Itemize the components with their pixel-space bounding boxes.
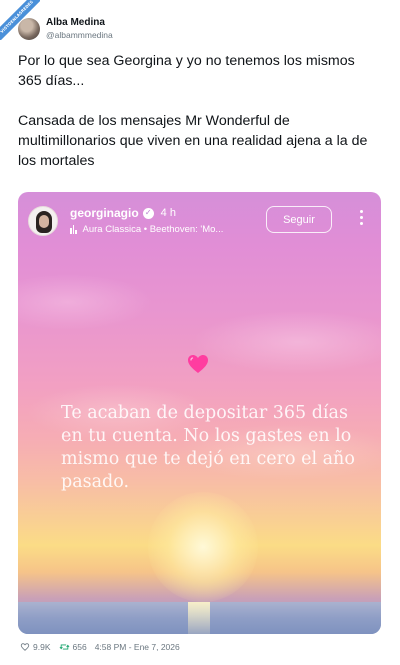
story-quote: Te acaban de depositar 365 días en tu cu…	[61, 403, 355, 492]
story-music-label: Aura Classica • Beethoven: 'Mo...	[82, 224, 224, 235]
like-count[interactable]: 9.9K	[20, 642, 51, 652]
avatar[interactable]	[18, 18, 40, 40]
sun-reflection	[188, 602, 210, 634]
story-header: georginagio ✓ 4 h Aura Classica • Beetho…	[28, 204, 371, 240]
tweet-text: Por lo que sea Georgina y yo no tenemos …	[18, 51, 380, 171]
tweet-header: Alba Medina @albammmedina	[18, 14, 113, 44]
author-display-name[interactable]: Alba Medina	[46, 17, 113, 29]
story-avatar[interactable]	[28, 206, 58, 236]
heart-emoji	[188, 355, 208, 373]
verified-icon: ✓	[142, 207, 154, 219]
like-count-value: 9.9K	[33, 642, 51, 652]
retweet-count[interactable]: 656	[59, 642, 87, 652]
retweet-count-value: 656	[72, 642, 87, 652]
story-music[interactable]: Aura Classica • Beethoven: 'Mo...	[70, 224, 223, 235]
sun	[148, 492, 258, 602]
like-icon	[20, 643, 30, 651]
more-icon[interactable]	[358, 210, 364, 230]
story-user-line: georginagio ✓ 4 h	[70, 206, 176, 220]
music-bars-icon	[70, 225, 78, 234]
tweet-paragraph: Por lo que sea Georgina y yo no tenemos …	[18, 53, 355, 89]
follow-button[interactable]: Seguir	[266, 206, 332, 233]
tweet-footer: 9.9K 656 4:58 PM - Ene 7, 2026	[20, 640, 188, 654]
story-time: 4 h	[160, 207, 176, 219]
tweet-paragraph: Cansada de los mensajes Mr Wonderful de …	[18, 113, 368, 169]
author-handle[interactable]: @albammmedina	[46, 29, 113, 41]
story-screenshot[interactable]: georginagio ✓ 4 h Aura Classica • Beetho…	[18, 192, 381, 634]
story-username[interactable]: georginagio	[70, 206, 139, 220]
retweet-icon	[59, 644, 69, 650]
tweet-timestamp[interactable]: 4:58 PM - Ene 7, 2026	[95, 642, 180, 652]
